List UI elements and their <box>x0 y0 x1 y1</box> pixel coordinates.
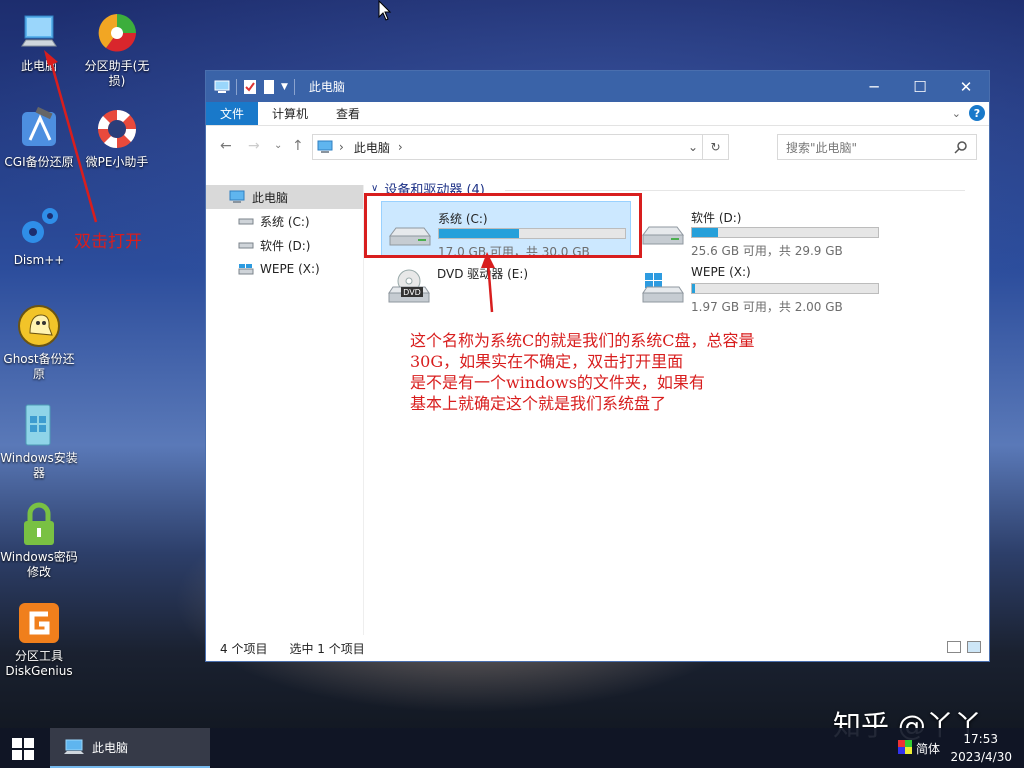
clock-time[interactable]: 17:53 <box>963 732 998 746</box>
taskbar: 此电脑 简体 17:53 2023/4/30 <box>0 728 1024 768</box>
annotation-line: 基本上就确定这个就是我们系统盘了 <box>410 394 667 413</box>
computer-icon <box>64 739 84 754</box>
taskbar-app-label: 此电脑 <box>92 740 129 755</box>
taskbar-app-this-pc[interactable]: 此电脑 <box>50 728 210 768</box>
annotation-line: 这个名称为系统C的就是我们的系统C盘，总容量 <box>410 331 755 350</box>
double-click-annotation: 双击打开 <box>74 232 142 252</box>
color-tray-icon[interactable] <box>898 740 912 754</box>
annotation-line: 30G，如果实在不确定，双击打开里面 <box>410 352 684 371</box>
annotation-note: 这个名称为系统C的就是我们的系统C盘，总容量 30G，如果实在不确定，双击打开里… <box>410 330 755 414</box>
windows-start-icon[interactable] <box>12 738 34 760</box>
ime-indicator[interactable]: 简体 <box>916 740 940 757</box>
annotation-line: 是不是有一个windows的文件夹，如果有 <box>410 373 705 392</box>
clock-date[interactable]: 2023/4/30 <box>950 750 1012 764</box>
